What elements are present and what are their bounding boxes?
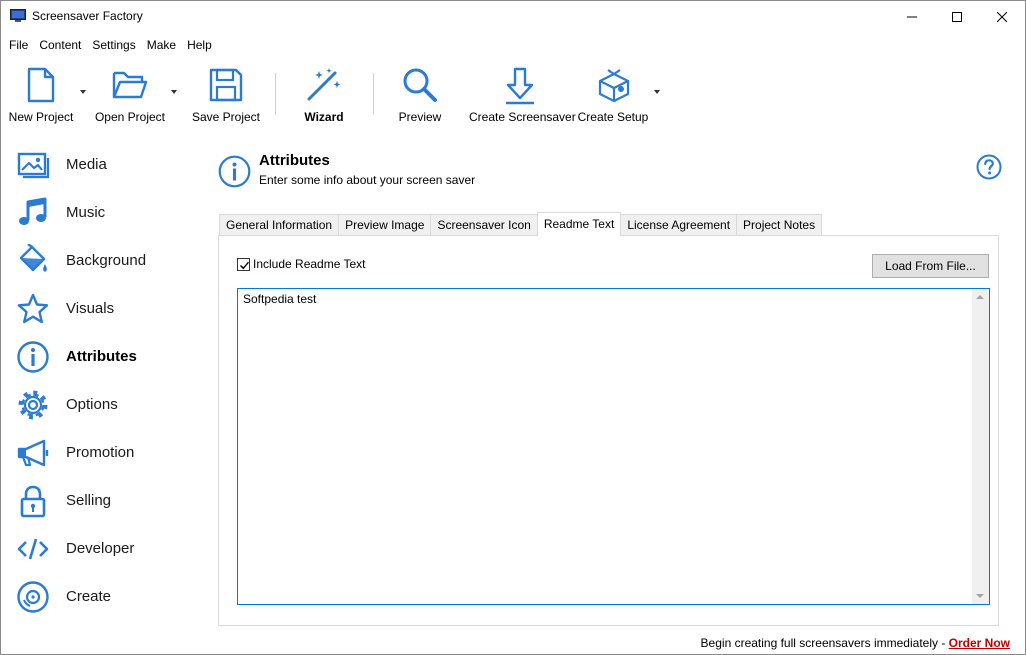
footer-promo: Begin creating full screensavers immedia… <box>701 636 1010 650</box>
wizard-button[interactable]: Wizard <box>291 61 357 129</box>
package-box-icon <box>598 69 630 103</box>
open-folder-icon <box>112 71 148 99</box>
close-button[interactable] <box>979 1 1025 32</box>
readme-text-area[interactable]: Softpedia test <box>237 288 990 605</box>
app-window: Screensaver Factory File Content Setting… <box>0 0 1026 655</box>
sidebar-item-visuals[interactable]: Visuals <box>1 285 201 333</box>
checkmark-icon <box>240 261 250 270</box>
close-icon <box>997 11 1007 22</box>
image-icon <box>17 152 50 179</box>
preview-button[interactable]: Preview <box>389 61 451 129</box>
help-icon[interactable] <box>976 154 1002 180</box>
new-project-button[interactable]: New Project <box>5 61 77 129</box>
create-setup-label: Create Setup <box>577 110 649 124</box>
create-screensaver-label: Create Screensaver <box>469 110 576 124</box>
new-project-dropdown-icon[interactable] <box>80 90 86 94</box>
vertical-scrollbar[interactable] <box>972 289 989 604</box>
app-icon <box>10 9 26 22</box>
lock-icon <box>20 485 46 518</box>
sidebar-item-label: Media <box>66 156 107 173</box>
megaphone-icon <box>17 439 49 467</box>
sidebar-item-label: Options <box>66 396 118 413</box>
open-project-label: Open Project <box>94 110 166 124</box>
disc-icon <box>17 581 49 613</box>
star-icon <box>17 293 49 324</box>
sidebar-item-attributes[interactable]: Attributes <box>1 333 201 381</box>
sidebar-item-developer[interactable]: Developer <box>1 525 201 573</box>
save-disk-icon <box>209 68 243 102</box>
magnifier-icon <box>403 68 437 102</box>
tab-license-agreement[interactable]: License Agreement <box>620 214 738 236</box>
scroll-up-icon[interactable] <box>976 295 984 299</box>
save-project-label: Save Project <box>191 110 261 124</box>
sidebar-item-label: Create <box>66 588 112 605</box>
paint-bucket-icon <box>19 244 47 272</box>
music-note-icon <box>19 197 47 225</box>
sidebar-item-label: Promotion <box>66 444 135 461</box>
magic-wand-icon <box>307 68 341 101</box>
create-setup-dropdown-icon[interactable] <box>654 90 660 94</box>
title-bar: Screensaver Factory <box>1 1 1025 32</box>
page-subtitle: Enter some info about your screen saver <box>259 173 476 187</box>
readme-text-content: Softpedia test <box>243 292 317 306</box>
info-icon <box>17 341 49 373</box>
sidebar-item-label: Music <box>66 204 106 221</box>
sidebar-item-selling[interactable]: Selling <box>1 477 201 525</box>
menu-make[interactable]: Make <box>143 34 180 56</box>
new-document-icon <box>27 67 55 103</box>
menu-bar: File Content Settings Make Help <box>1 34 216 56</box>
window-title: Screensaver Factory <box>32 9 143 23</box>
sidebar-item-create[interactable]: Create <box>1 573 201 621</box>
sidebar-item-music[interactable]: Music <box>1 189 201 237</box>
sidebar-item-label: Attributes <box>66 348 137 365</box>
sidebar-item-label: Visuals <box>66 300 115 317</box>
gear-icon <box>18 390 48 420</box>
toolbar-separator <box>275 73 276 115</box>
tab-general-information[interactable]: General Information <box>219 214 340 236</box>
toolbar-separator <box>373 73 374 115</box>
include-readme-checkbox[interactable] <box>237 258 250 271</box>
menu-file[interactable]: File <box>5 34 32 56</box>
menu-settings[interactable]: Settings <box>88 34 139 56</box>
tab-project-notes[interactable]: Project Notes <box>736 214 823 236</box>
download-arrow-icon <box>506 67 534 105</box>
tab-strip: General Information Preview Image Screen… <box>219 212 823 236</box>
maximize-button[interactable] <box>934 1 980 32</box>
order-now-link[interactable]: Order Now <box>949 636 1010 650</box>
info-icon <box>218 155 251 188</box>
preview-label: Preview <box>398 110 442 124</box>
sidebar-item-label: Background <box>66 252 147 269</box>
create-setup-button[interactable]: Create Setup <box>577 61 649 129</box>
tab-screensaver-icon[interactable]: Screensaver Icon <box>430 214 538 236</box>
menu-help[interactable]: Help <box>183 34 216 56</box>
sidebar-item-background[interactable]: Background <box>1 237 201 285</box>
create-screensaver-button[interactable]: Create Screensaver <box>469 61 576 129</box>
tab-readme-text[interactable]: Readme Text <box>536 212 622 236</box>
sidebar-item-label: Selling <box>66 492 112 509</box>
minimize-icon <box>907 16 917 17</box>
open-project-dropdown-icon[interactable] <box>171 90 177 94</box>
new-project-label: New Project <box>8 110 74 124</box>
minimize-button[interactable] <box>889 1 935 32</box>
footer-text: Begin creating full screensavers immedia… <box>700 636 949 650</box>
sidebar-item-label: Developer <box>66 540 135 557</box>
toolbar: New Project Open Project Save Project Wi… <box>1 61 1025 131</box>
sidebar-item-media[interactable]: Media <box>1 141 201 189</box>
sidebar-item-options[interactable]: Options <box>1 381 201 429</box>
tab-preview-image[interactable]: Preview Image <box>338 214 432 236</box>
open-project-button[interactable]: Open Project <box>93 61 167 129</box>
page-title: Attributes <box>259 152 330 169</box>
sidebar-item-promotion[interactable]: Promotion <box>1 429 201 477</box>
menu-content[interactable]: Content <box>35 34 85 56</box>
load-from-file-button[interactable]: Load From File... <box>872 254 989 278</box>
save-project-button[interactable]: Save Project <box>189 61 263 129</box>
include-readme-label[interactable]: Include Readme Text <box>253 257 366 271</box>
wizard-label: Wizard <box>304 110 344 124</box>
code-icon <box>17 538 49 560</box>
maximize-icon <box>952 11 962 22</box>
scroll-down-icon[interactable] <box>976 594 984 598</box>
